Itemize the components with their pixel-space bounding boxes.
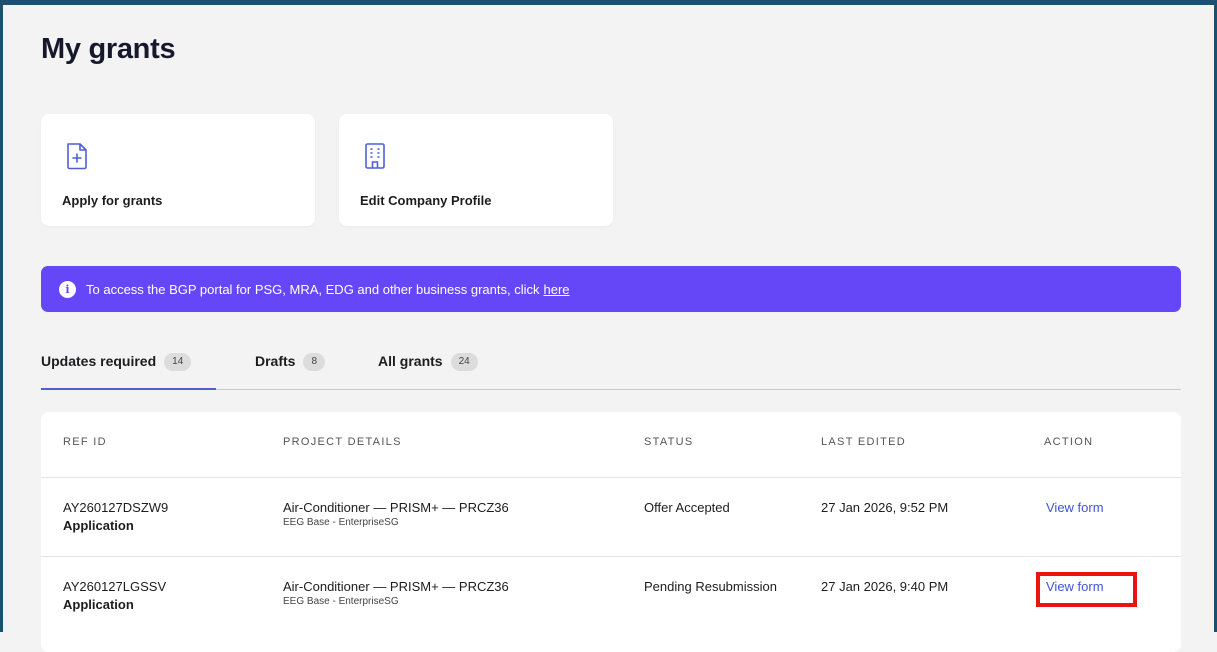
status-cell: Offer Accepted	[644, 500, 730, 515]
column-header-ref-id: REF ID	[63, 436, 107, 448]
project-details-cell: Air-Conditioner — PRISM+ — PRCZ36 EEG Ba…	[283, 579, 509, 607]
edit-company-profile-label: Edit Company Profile	[360, 193, 492, 208]
table-row: AY260127LGSSV Application Air-Conditione…	[41, 556, 1181, 635]
tab-updates-required[interactable]: Updates required 14	[41, 350, 216, 390]
ref-id: AY260127DSZW9	[63, 500, 169, 515]
grant-type: Application	[63, 597, 134, 612]
tab-label: All grants	[378, 353, 443, 369]
project-scheme: EEG Base - EnterpriseSG	[283, 517, 399, 528]
tab-count-badge: 24	[450, 353, 478, 371]
grant-type: Application	[63, 518, 134, 533]
column-header-last-edited: LAST EDITED	[821, 436, 907, 448]
building-icon	[365, 143, 385, 169]
project-name: Air-Conditioner — PRISM+ — PRCZ36	[283, 579, 509, 594]
view-form-link[interactable]: View form	[1046, 500, 1104, 515]
edit-company-profile-card[interactable]: Edit Company Profile	[339, 114, 613, 226]
column-header-action: ACTION	[1044, 436, 1094, 448]
file-plus-icon	[67, 143, 87, 170]
app-frame: My grants Apply for grants Edit Company …	[0, 0, 1217, 652]
info-icon: i	[59, 280, 76, 298]
tab-drafts[interactable]: Drafts 8	[255, 350, 326, 388]
project-details-cell: Air-Conditioner — PRISM+ — PRCZ36 EEG Ba…	[283, 500, 509, 528]
apply-for-grants-label: Apply for grants	[62, 193, 163, 208]
banner-here-link[interactable]: here	[544, 282, 570, 297]
grants-table: REF ID PROJECT DETAILS STATUS LAST EDITE…	[41, 412, 1181, 652]
last-edited-cell: 27 Jan 2026, 9:40 PM	[821, 579, 949, 594]
status-cell: Pending Resubmission	[644, 579, 777, 594]
column-header-status: STATUS	[644, 436, 694, 448]
page-title: My grants	[41, 33, 176, 65]
grants-tabs: Updates required 14 Drafts 8 All grants …	[41, 350, 1181, 390]
view-form-highlight-box	[1036, 572, 1137, 607]
bgp-portal-banner: i To access the BGP portal for PSG, MRA,…	[41, 266, 1181, 312]
tab-all-grants[interactable]: All grants 24	[378, 350, 478, 388]
table-row: AY260127DSZW9 Application Air-Conditione…	[41, 477, 1181, 556]
apply-for-grants-card[interactable]: Apply for grants	[41, 114, 315, 226]
project-scheme: EEG Base - EnterpriseSG	[283, 596, 399, 607]
tab-label: Updates required	[41, 353, 157, 369]
ref-id: AY260127LGSSV	[63, 579, 167, 594]
last-edited-cell: 27 Jan 2026, 9:52 PM	[821, 500, 949, 515]
project-name: Air-Conditioner — PRISM+ — PRCZ36	[283, 500, 509, 515]
tab-label: Drafts	[255, 353, 296, 369]
ref-id-cell: AY260127DSZW9 Application	[63, 500, 168, 533]
tab-count-badge: 8	[303, 353, 326, 371]
column-header-project-details: PROJECT DETAILS	[283, 436, 402, 448]
ref-id-cell: AY260127LGSSV Application	[63, 579, 166, 612]
tab-count-badge: 14	[164, 353, 192, 371]
banner-text: To access the BGP portal for PSG, MRA, E…	[86, 281, 540, 297]
